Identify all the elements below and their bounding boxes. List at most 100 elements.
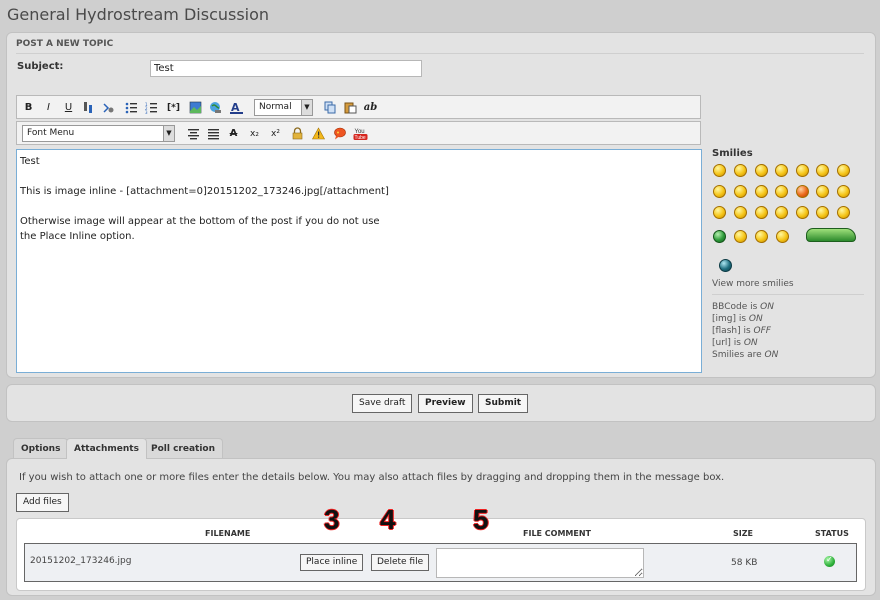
editor-line: the Place Inline option. bbox=[20, 231, 135, 242]
smiley-frown-icon[interactable] bbox=[775, 164, 788, 177]
smiley-tongue-icon[interactable] bbox=[755, 185, 768, 198]
align-center-button[interactable] bbox=[185, 125, 202, 142]
youtube-button[interactable]: You Tube bbox=[352, 125, 369, 142]
smiley-laugh-icon[interactable] bbox=[713, 164, 726, 177]
table-row: 20151202_173246.jpg Place inline Delete … bbox=[24, 543, 857, 582]
smiley-rolleyes-icon[interactable] bbox=[734, 206, 747, 219]
list-item-button[interactable]: [*] bbox=[165, 99, 182, 116]
paste-icon bbox=[344, 102, 357, 114]
tab-attachments[interactable]: Attachments bbox=[66, 438, 147, 459]
smiley-angry-icon[interactable] bbox=[796, 185, 809, 198]
submit-button[interactable]: Submit bbox=[478, 394, 529, 413]
spellcheck-button[interactable]: ab bbox=[362, 99, 379, 116]
add-files-button[interactable]: Add files bbox=[16, 493, 69, 512]
post-heading: POST A NEW TOPIC bbox=[16, 39, 864, 54]
view-more-smilies-link[interactable]: View more smilies bbox=[712, 279, 794, 289]
smiley-cool-icon[interactable] bbox=[713, 185, 726, 198]
smiley-shocked-icon[interactable] bbox=[816, 164, 829, 177]
chevron-down-icon: ▼ bbox=[163, 126, 174, 141]
youtube-icon: YouTube bbox=[353, 129, 368, 141]
size-header: SIZE bbox=[733, 529, 754, 538]
font-color-button[interactable]: A bbox=[228, 99, 245, 116]
tab-poll-creation[interactable]: Poll creation bbox=[143, 438, 224, 458]
chevron-down-icon: ▼ bbox=[301, 100, 312, 115]
image-icon bbox=[189, 101, 202, 114]
bullet-list-icon bbox=[125, 102, 137, 114]
lock-icon bbox=[292, 127, 303, 140]
smiley-question-icon[interactable] bbox=[775, 206, 788, 219]
smiley-evil-icon[interactable] bbox=[837, 185, 850, 198]
italic-button[interactable]: I bbox=[40, 99, 57, 116]
post-panel: POST A NEW TOPIC Subject: B I U 123 [*] … bbox=[6, 32, 876, 378]
numbered-list-button[interactable]: 123 bbox=[143, 99, 160, 116]
editor-toolbar-1: B I U 123 [*] A Normal ▼ ab bbox=[16, 95, 701, 119]
attachments-table: FILENAME FILE COMMENT SIZE STATUS 201512… bbox=[16, 518, 866, 591]
editor-line: Otherwise image will appear at the botto… bbox=[20, 216, 380, 227]
smiley-alien-icon[interactable] bbox=[713, 230, 726, 243]
smiley-nerd-icon[interactable] bbox=[755, 230, 768, 243]
smiley-glasses-icon[interactable] bbox=[734, 230, 747, 243]
quote-button[interactable] bbox=[80, 99, 97, 116]
editor-toolbar-2: Font Menu ▼ A x₂ x² You Tube bbox=[16, 121, 701, 145]
smiley-twisted-icon[interactable] bbox=[713, 206, 726, 219]
smiley-thumbs-up-icon[interactable] bbox=[776, 230, 789, 243]
smiley-smile-icon[interactable] bbox=[734, 164, 747, 177]
numbered-list-icon: 123 bbox=[145, 102, 157, 114]
smiley-pacman-icon[interactable] bbox=[719, 259, 732, 272]
bold-button[interactable]: B bbox=[20, 99, 37, 116]
underline-button[interactable]: U bbox=[60, 99, 77, 116]
smiley-surprised-icon[interactable] bbox=[796, 164, 809, 177]
flash-status: [flash] is OFF bbox=[712, 326, 771, 336]
bbcode-status-list: BBCode is ON [img] is ON [flash] is OFF … bbox=[712, 301, 778, 361]
globe-link-icon bbox=[210, 102, 221, 113]
smilies-title: Smilies bbox=[712, 148, 753, 159]
warning-button[interactable] bbox=[310, 125, 327, 142]
subject-input[interactable] bbox=[150, 60, 422, 77]
font-size-select[interactable]: Normal ▼ bbox=[254, 99, 313, 116]
speech-bubble-button[interactable] bbox=[331, 125, 348, 142]
preview-button[interactable]: Preview bbox=[418, 394, 473, 413]
warning-icon bbox=[312, 127, 325, 140]
attachments-help-text: If you wish to attach one or more files … bbox=[19, 472, 725, 483]
bullet-list-button[interactable] bbox=[123, 99, 140, 116]
strikethrough-button[interactable]: A bbox=[225, 125, 242, 142]
smiley-wink-icon[interactable] bbox=[755, 164, 768, 177]
align-justify-button[interactable] bbox=[205, 125, 222, 142]
annotation-3: 3 bbox=[324, 504, 340, 535]
url-status: [url] is ON bbox=[712, 338, 758, 348]
smiley-confused-icon[interactable] bbox=[837, 164, 850, 177]
tab-options[interactable]: Options bbox=[13, 438, 69, 458]
image-button[interactable] bbox=[187, 99, 204, 116]
superscript-button[interactable]: x² bbox=[267, 125, 284, 142]
smiley-grin-icon[interactable] bbox=[734, 185, 747, 198]
smiley-neutral-icon[interactable] bbox=[837, 206, 850, 219]
status-ok-icon bbox=[824, 555, 835, 567]
font-size-value: Normal bbox=[259, 102, 292, 112]
lock-button[interactable] bbox=[289, 125, 306, 142]
annotation-4: 4 bbox=[380, 504, 396, 535]
copy-icon bbox=[324, 101, 336, 114]
place-inline-button[interactable]: Place inline bbox=[300, 554, 364, 571]
speech-bubble-icon bbox=[334, 127, 346, 140]
smiley-surfer-icon[interactable] bbox=[806, 228, 856, 242]
smiley-exclaim-icon[interactable] bbox=[755, 206, 768, 219]
editor-line: Test bbox=[20, 156, 40, 167]
message-editor[interactable]: Test This is image inline - [attachment=… bbox=[16, 149, 702, 373]
align-justify-icon bbox=[208, 129, 219, 140]
file-comment-input[interactable] bbox=[436, 548, 644, 578]
copy-button[interactable] bbox=[322, 99, 339, 116]
paste-button[interactable] bbox=[342, 99, 359, 116]
subscript-button[interactable]: x₂ bbox=[246, 125, 263, 142]
url-button[interactable] bbox=[207, 99, 224, 116]
smiley-arrow-icon[interactable] bbox=[816, 206, 829, 219]
smiley-mad-icon[interactable] bbox=[775, 185, 788, 198]
font-menu-select[interactable]: Font Menu ▼ bbox=[22, 125, 175, 142]
bbcode-status: BBCode is ON bbox=[712, 302, 774, 312]
smiley-razz-icon[interactable] bbox=[816, 185, 829, 198]
attachment-size: 58 KB bbox=[731, 558, 758, 568]
attachments-panel: If you wish to attach one or more files … bbox=[6, 458, 876, 596]
delete-file-button[interactable]: Delete file bbox=[371, 554, 430, 571]
code-button[interactable] bbox=[100, 99, 117, 116]
smiley-idea-icon[interactable] bbox=[796, 206, 809, 219]
save-draft-button[interactable]: Save draft bbox=[352, 394, 413, 413]
